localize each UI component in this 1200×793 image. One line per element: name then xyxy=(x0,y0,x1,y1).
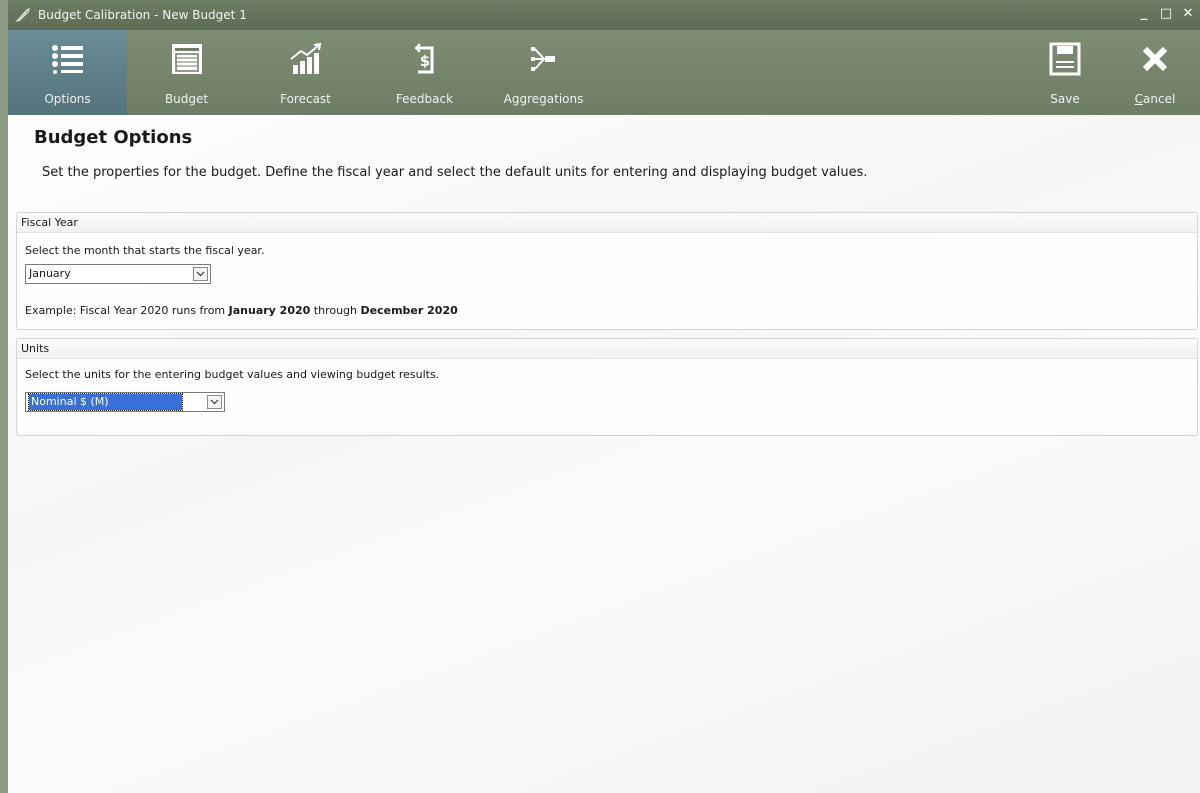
ledger-icon xyxy=(167,40,207,78)
tab-budget[interactable]: Budget xyxy=(127,30,246,115)
tab-budget-label: Budget xyxy=(164,92,209,106)
cancel-button[interactable]: Cancel xyxy=(1110,30,1200,115)
maximize-button[interactable]: □ xyxy=(1158,5,1174,23)
window-title: Budget Calibration - New Budget 1 xyxy=(38,8,247,22)
app-window: Budget Calibration - New Budget 1 _ □ ✕ … xyxy=(0,0,1200,793)
units-header: Units xyxy=(17,339,1197,359)
fiscal-year-group: Fiscal Year Select the month that starts… xyxy=(16,212,1198,330)
fiscal-year-instruction: Select the month that starts the fiscal … xyxy=(25,244,265,257)
units-value: Nominal $ (M) xyxy=(28,393,183,411)
example-start: January 2020 xyxy=(228,304,311,317)
app-feather-icon xyxy=(14,6,32,24)
units-instruction: Select the units for the entering budget… xyxy=(25,368,440,381)
minimize-button[interactable]: _ xyxy=(1136,5,1152,23)
tab-options-label: Options xyxy=(44,92,91,106)
example-end: December 2020 xyxy=(360,304,458,317)
fiscal-month-value: January xyxy=(29,267,71,280)
fiscal-year-header: Fiscal Year xyxy=(17,213,1197,233)
tab-feedback-label: Feedback xyxy=(395,92,454,106)
tab-forecast[interactable]: Forecast xyxy=(246,30,365,115)
chevron-down-icon[interactable] xyxy=(207,395,222,409)
fiscal-year-example: Example: Fiscal Year 2020 runs from Janu… xyxy=(25,304,458,317)
page-description: Set the properties for the budget. Defin… xyxy=(42,165,868,180)
cancel-mnemonic: C xyxy=(1134,92,1144,106)
save-label: Save xyxy=(1050,92,1080,106)
example-prefix: Example: Fiscal Year 2020 runs from xyxy=(25,304,229,317)
list-icon xyxy=(48,40,88,78)
chevron-down-icon[interactable] xyxy=(193,267,208,281)
merge-arrow-icon xyxy=(524,40,564,78)
save-button[interactable]: Save xyxy=(1020,30,1110,115)
title-bar: Budget Calibration - New Budget 1 _ □ ✕ xyxy=(8,0,1200,30)
cancel-label: Cancel xyxy=(1135,92,1176,106)
close-button[interactable]: ✕ xyxy=(1180,5,1196,23)
floppy-disk-icon xyxy=(1045,40,1085,78)
fiscal-month-select[interactable]: January xyxy=(25,264,211,284)
main-content: Budget Options Set the properties for th… xyxy=(8,115,1200,793)
tab-forecast-label: Forecast xyxy=(280,92,331,106)
example-mid: through xyxy=(310,304,361,317)
chart-trend-icon xyxy=(286,40,326,78)
svg-text:$: $ xyxy=(419,52,429,70)
tab-aggregations[interactable]: Aggregations xyxy=(484,30,603,115)
tab-aggregations-label: Aggregations xyxy=(503,92,584,106)
units-group: Units Select the units for the entering … xyxy=(16,338,1198,436)
units-select[interactable]: Nominal $ (M) xyxy=(25,392,225,412)
dollar-feedback-icon: $ xyxy=(405,40,445,78)
close-x-icon xyxy=(1135,40,1175,78)
cancel-label-text: Cancel xyxy=(1134,92,1176,106)
page-title: Budget Options xyxy=(34,127,193,148)
ribbon-toolbar: Options Budget Forecast $ Feedback Aggre… xyxy=(8,30,1200,115)
tab-feedback[interactable]: $ Feedback xyxy=(365,30,484,115)
tab-options[interactable]: Options xyxy=(8,30,127,115)
